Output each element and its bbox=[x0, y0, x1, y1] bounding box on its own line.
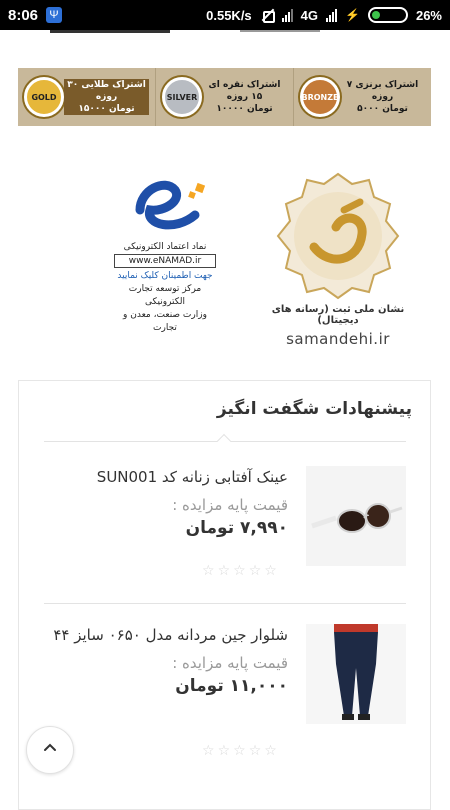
enamad-url: www.eNAMAD.ir bbox=[114, 254, 216, 268]
section-title: پیشنهادات شگفت انگیز bbox=[216, 399, 412, 419]
divider-notch bbox=[216, 433, 232, 449]
product-image-jeans[interactable] bbox=[306, 624, 406, 724]
samandehi-caption: نشان ملی ثبت (رسانه های دیجیتال) bbox=[271, 304, 405, 326]
header-edge bbox=[0, 30, 450, 38]
charging-icon: ⚡ bbox=[345, 8, 360, 22]
product-card[interactable]: شلوار جین مردانه مدل ۰۶۵۰ سایز ۴۴ قیمت پ… bbox=[44, 624, 406, 764]
plan-title: اشتراک نقره ای ۱۵ روزه bbox=[208, 80, 281, 102]
divider bbox=[44, 603, 406, 604]
star-icon: ☆ bbox=[233, 743, 246, 759]
chevron-up-icon bbox=[42, 740, 58, 761]
samandehi-site: samandehi.ir bbox=[286, 330, 390, 348]
plan-gold[interactable]: GOLD اشتراک طلایی ۳۰ روزه ۱۵۰۰۰ تومان bbox=[18, 68, 156, 126]
signal-icon bbox=[281, 8, 293, 22]
plan-price: ۱۵۰۰۰ تومان bbox=[64, 103, 149, 115]
star-icon: ☆ bbox=[248, 563, 262, 579]
product-card[interactable]: عینک آفتابی زنانه کد SUN001 قیمت پایه مز… bbox=[44, 466, 406, 586]
clock: 8:06 bbox=[8, 6, 39, 24]
enamad-badge[interactable]: نماد اعتماد الکترونیکی www.eNAMAD.ir جهت… bbox=[110, 170, 220, 350]
star-icon: ☆ bbox=[264, 743, 277, 759]
net-speed: 0.55K/s bbox=[206, 7, 252, 23]
star-icon: ☆ bbox=[202, 563, 215, 579]
status-bar: 8:06 Ψ 0.55K/s 4G ⚡ 26% bbox=[0, 0, 450, 30]
star-icon: ☆ bbox=[248, 743, 262, 759]
product-image-sunglasses[interactable] bbox=[306, 466, 406, 566]
star-icon: ☆ bbox=[217, 563, 231, 579]
rating-stars: ☆ ☆ ☆ ☆ ☆ bbox=[202, 744, 282, 758]
silver-medal-icon: SILVER bbox=[162, 77, 202, 117]
bronze-medal-icon: BRONZE bbox=[300, 77, 340, 117]
product-name[interactable]: شلوار جین مردانه مدل ۰۶۵۰ سایز ۴۴ bbox=[44, 624, 288, 646]
plan-silver[interactable]: SILVER اشتراک نقره ای ۱۵ روزه ۱۰۰۰۰ توما… bbox=[156, 68, 294, 126]
back-to-top-button[interactable] bbox=[26, 726, 74, 774]
enamad-org: مرکز توسعه تجارت الکترونیکی bbox=[128, 284, 202, 307]
plan-price: ۵۰۰۰ تومان bbox=[357, 104, 408, 114]
base-price-label: قیمت پایه مزایده : bbox=[172, 496, 288, 514]
rating-stars: ☆ ☆ ☆ ☆ ☆ bbox=[202, 564, 282, 578]
enamad-label: نماد اعتماد الکترونیکی bbox=[123, 242, 207, 252]
star-icon: ☆ bbox=[202, 743, 215, 759]
network-type: 4G bbox=[300, 7, 319, 23]
signal-icon-2 bbox=[326, 8, 338, 22]
base-price-label: قیمت پایه مزایده : bbox=[172, 654, 288, 672]
battery-percent: 26% bbox=[415, 7, 442, 23]
product-name[interactable]: عینک آفتابی زنانه کد SUN001 bbox=[44, 466, 288, 488]
enamad-ministry: وزارت صنعت، معدن و تجارت bbox=[123, 310, 207, 333]
mute-icon bbox=[260, 8, 275, 23]
product-price: ۷,۹۹۰ تومان bbox=[185, 518, 288, 538]
enamad-logo-icon bbox=[120, 170, 210, 240]
gold-medal-icon: GOLD bbox=[24, 77, 64, 117]
battery-icon bbox=[367, 7, 408, 23]
star-icon: ☆ bbox=[264, 563, 277, 579]
subscription-banner[interactable]: BRONZE اشتراک برنزی ۷ روزه ۵۰۰۰ تومان SI… bbox=[18, 68, 431, 126]
samandehi-seal-icon bbox=[274, 172, 402, 300]
product-price: ۱۱,۰۰۰ تومان bbox=[175, 676, 288, 696]
usb-icon: Ψ bbox=[46, 7, 63, 23]
plan-bronze[interactable]: BRONZE اشتراک برنزی ۷ روزه ۵۰۰۰ تومان bbox=[294, 68, 431, 126]
samandehi-badge[interactable]: نشان ملی ثبت (رسانه های دیجیتال) samande… bbox=[268, 172, 408, 357]
plan-price: ۱۰۰۰۰ تومان bbox=[216, 104, 273, 114]
star-icon: ☆ bbox=[233, 563, 246, 579]
special-offers-card: پیشنهادات شگفت انگیز عینک آفتابی زنانه ک… bbox=[18, 380, 431, 810]
plan-title: اشتراک برنزی ۷ روزه bbox=[346, 80, 419, 102]
trust-logos: نماد اعتماد الکترونیکی www.eNAMAD.ir جهت… bbox=[0, 160, 450, 360]
star-icon: ☆ bbox=[217, 743, 231, 759]
enamad-hint: جهت اطمینان کلیک نمایید bbox=[117, 271, 213, 281]
plan-title: اشتراک طلایی ۳۰ روزه bbox=[64, 79, 149, 103]
